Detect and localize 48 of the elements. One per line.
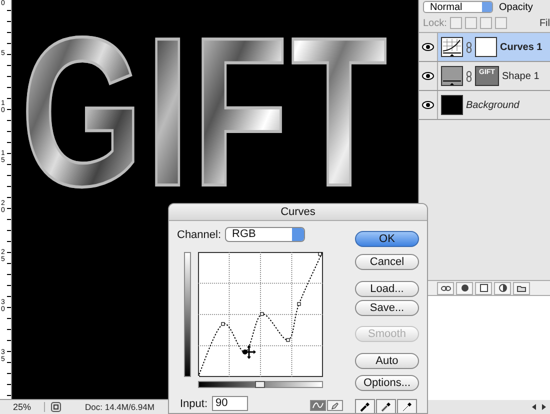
dialog-button[interactable]: Auto: [355, 353, 419, 369]
mask-thumbnail: [475, 37, 497, 57]
fill-thumbnail: [441, 66, 463, 86]
eye-icon[interactable]: [422, 101, 434, 109]
pencil-tool-button[interactable]: [327, 400, 343, 411]
eye-icon[interactable]: [422, 43, 434, 51]
layer-row[interactable]: Curves 1: [419, 33, 550, 62]
gradient-toggle-icon[interactable]: [255, 381, 265, 388]
link-icon[interactable]: [466, 70, 472, 82]
layer-thumbnail: [441, 95, 463, 115]
dialog-button[interactable]: Options...: [355, 375, 419, 391]
channel-label: Channel:: [177, 228, 222, 240]
curves-thumbnail: [441, 37, 463, 57]
move-cursor-icon: [242, 345, 256, 359]
mask-icon[interactable]: [475, 282, 492, 294]
layer-name: Shape 1: [502, 70, 540, 82]
dialog-button[interactable]: OK: [355, 231, 419, 247]
curve-icon: [312, 402, 324, 409]
eyedropper-icon[interactable]: [397, 399, 417, 413]
zoom-level[interactable]: 25%: [0, 402, 45, 412]
channel-select[interactable]: RGB: [225, 227, 306, 242]
dialog-button[interactable]: Cancel: [355, 254, 419, 270]
fill-label: Fil: [539, 18, 550, 28]
layer-name: Curves 1: [500, 42, 542, 52]
pencil-icon: [331, 402, 339, 410]
dialog-title: Curves: [169, 204, 427, 221]
document-size: Doc: 14.4M/6.94M: [85, 402, 154, 412]
opacity-label: Opacity: [499, 2, 533, 12]
folder-icon[interactable]: [513, 282, 530, 294]
status-menu-icon[interactable]: [51, 402, 61, 412]
eye-icon[interactable]: [422, 72, 434, 80]
link-icon[interactable]: [466, 42, 472, 52]
curve-tool-button[interactable]: [310, 400, 326, 411]
eyedropper-icon[interactable]: [376, 399, 396, 413]
input-field[interactable]: 90: [212, 396, 248, 411]
layer-name: Background: [466, 100, 520, 110]
dialog-button[interactable]: Load...: [355, 281, 419, 297]
blend-mode-select[interactable]: Normal: [423, 1, 493, 13]
input-label: Input:: [180, 398, 208, 410]
curve-graph[interactable]: [198, 252, 323, 377]
scroll-right-icon[interactable]: [540, 403, 548, 411]
eyedropper-icon[interactable]: [355, 399, 375, 413]
adjustment-icon[interactable]: [494, 282, 511, 294]
layer-style-icon[interactable]: [456, 282, 473, 294]
lock-label: Lock:: [423, 18, 447, 28]
link-icon[interactable]: [437, 282, 454, 294]
dialog-button[interactable]: Save...: [355, 300, 419, 316]
scroll-left-icon[interactable]: [530, 403, 538, 411]
